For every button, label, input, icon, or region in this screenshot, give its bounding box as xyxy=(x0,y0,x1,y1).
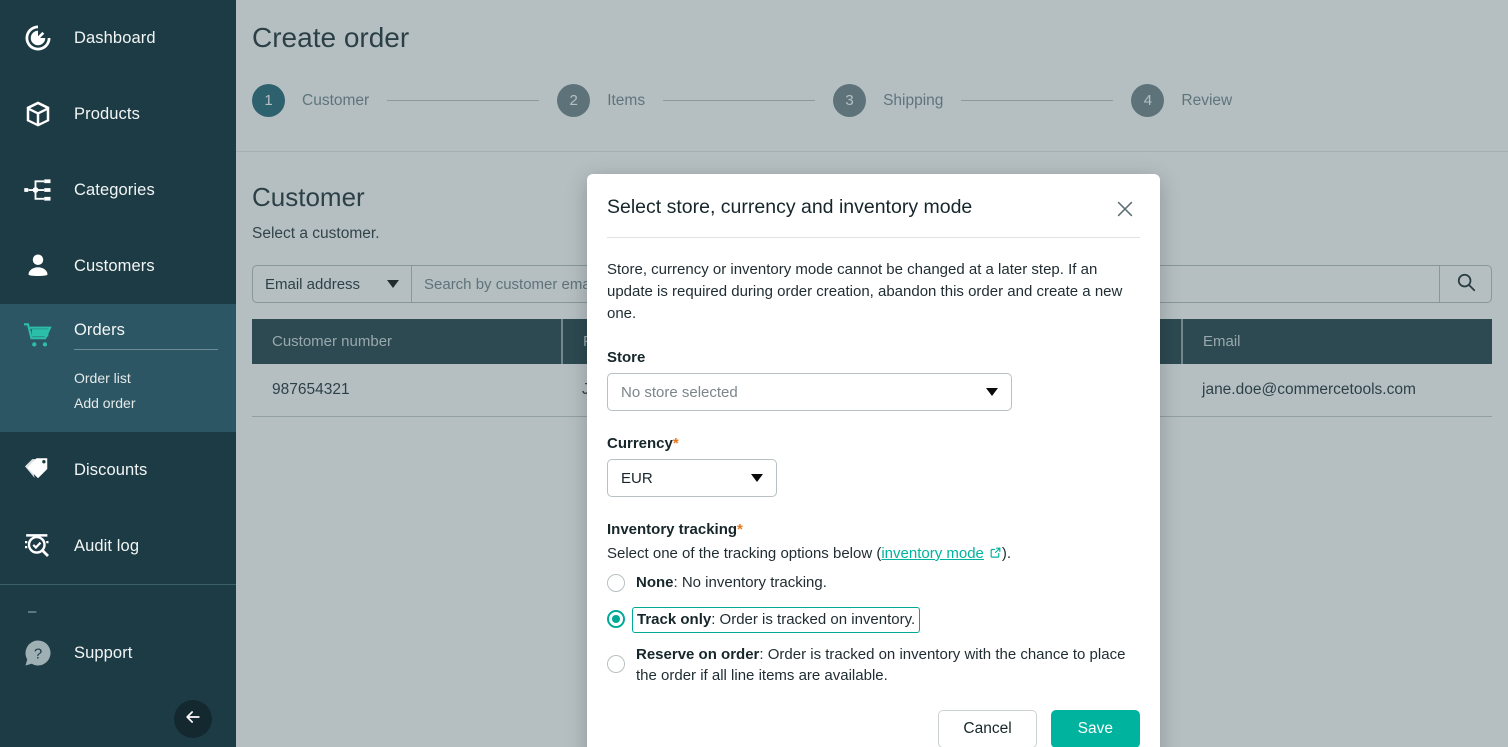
radio-label-name: None xyxy=(636,574,674,591)
close-button[interactable] xyxy=(1114,198,1136,220)
currency-select-value: EUR xyxy=(621,470,653,487)
close-icon xyxy=(1114,207,1136,224)
sidebar-item-categories[interactable]: Categories xyxy=(0,152,236,228)
radio-button[interactable] xyxy=(607,610,625,628)
store-label: Store xyxy=(607,349,1140,366)
radio-label: None: No inventory tracking. xyxy=(636,571,827,593)
cart-icon xyxy=(18,315,58,355)
question-icon: ? xyxy=(18,633,58,673)
sidebar-collapse-button[interactable] xyxy=(174,700,212,738)
radio-option-reserve-on-order[interactable]: Reserve on order: Order is tracked on in… xyxy=(607,643,1140,686)
external-link-icon xyxy=(989,546,1002,563)
radio-label: Reserve on order: Order is tracked on in… xyxy=(636,643,1128,686)
radio-label-desc: : Order is tracked on inventory. xyxy=(711,611,915,628)
svg-text:?: ? xyxy=(34,646,42,663)
radio-label-desc: : No inventory tracking. xyxy=(674,574,827,591)
person-icon xyxy=(18,246,58,286)
sidebar-item-label: Categories xyxy=(74,181,155,200)
dialog-title: Select store, currency and inventory mod… xyxy=(607,196,972,219)
sidebar-item-label: Orders xyxy=(74,321,218,350)
radio-option-track-only[interactable]: Track only: Order is tracked on inventor… xyxy=(607,607,1140,637)
box-icon xyxy=(18,94,58,134)
store-currency-inventory-dialog: Select store, currency and inventory mod… xyxy=(587,174,1160,747)
save-button[interactable]: Save xyxy=(1051,710,1140,747)
required-asterisk: * xyxy=(673,435,679,452)
store-label-text: Store xyxy=(607,349,645,366)
required-asterisk: * xyxy=(737,521,743,538)
gauge-icon xyxy=(18,18,58,58)
inventory-tracking-label-text: Inventory tracking xyxy=(607,521,737,538)
radio-option-none[interactable]: None: No inventory tracking. xyxy=(607,571,1140,601)
chevron-down-icon xyxy=(986,388,998,396)
sidebar-subitem-order-list[interactable]: Order list xyxy=(0,366,236,391)
sidebar-item-dashboard[interactable]: Dashboard xyxy=(0,0,236,76)
audit-icon xyxy=(18,526,58,566)
cancel-button[interactable]: Cancel xyxy=(938,710,1036,747)
dialog-footer: Cancel Save xyxy=(587,686,1160,747)
radio-button[interactable] xyxy=(607,655,625,673)
sidebar-item-support[interactable]: ? Support xyxy=(0,615,236,691)
dialog-header: Select store, currency and inventory mod… xyxy=(587,174,1160,220)
radio-button[interactable] xyxy=(607,574,625,592)
inventory-tracking-label: Inventory tracking* xyxy=(607,521,1140,538)
sidebar-suborders: Order list Add order xyxy=(0,366,236,432)
currency-label: Currency* xyxy=(607,435,1140,452)
sidebar-group-orders: Orders Order list Add order xyxy=(0,304,236,432)
inventory-hint: Select one of the tracking options below… xyxy=(607,545,1140,563)
store-select-value: No store selected xyxy=(621,384,738,401)
inventory-mode-link[interactable]: inventory mode xyxy=(881,545,984,562)
inventory-hint-prefix: Select one of the tracking options below… xyxy=(607,545,881,562)
dialog-body: Store, currency or inventory mode cannot… xyxy=(587,238,1160,686)
currency-label-text: Currency xyxy=(607,435,673,452)
sidebar-item-label: Discounts xyxy=(74,461,147,480)
sidebar-item-customers[interactable]: Customers xyxy=(0,228,236,304)
sidebar-item-products[interactable]: Products xyxy=(0,76,236,152)
sidebar-item-label: Audit log xyxy=(74,537,139,556)
sidebar: Dashboard Products Categories xyxy=(0,0,236,747)
sidebar-subitem-add-order[interactable]: Add order xyxy=(0,391,236,416)
sidebar-item-audit-log[interactable]: Audit log xyxy=(0,508,236,584)
inventory-hint-suffix: ). xyxy=(1002,545,1011,562)
sidebar-item-label: Products xyxy=(74,105,140,124)
sidebar-collapsed-mark: – xyxy=(0,585,236,615)
tag-icon xyxy=(18,450,58,490)
radio-label-name: Reserve on order xyxy=(636,646,759,663)
chevron-down-icon xyxy=(751,474,763,482)
store-select[interactable]: No store selected xyxy=(607,373,1012,411)
sidebar-item-label: Customers xyxy=(74,257,155,276)
radio-label: Track only: Order is tracked on inventor… xyxy=(632,607,920,633)
dialog-description: Store, currency or inventory mode cannot… xyxy=(607,259,1140,325)
sidebar-item-label: Support xyxy=(74,644,133,663)
arrow-left-icon xyxy=(183,707,203,732)
sidebar-item-orders[interactable]: Orders xyxy=(0,304,236,366)
sidebar-item-label: Dashboard xyxy=(74,29,156,48)
currency-select[interactable]: EUR xyxy=(607,459,777,497)
tree-icon xyxy=(18,170,58,210)
sidebar-item-discounts[interactable]: Discounts xyxy=(0,432,236,508)
radio-label-name: Track only xyxy=(637,611,711,628)
